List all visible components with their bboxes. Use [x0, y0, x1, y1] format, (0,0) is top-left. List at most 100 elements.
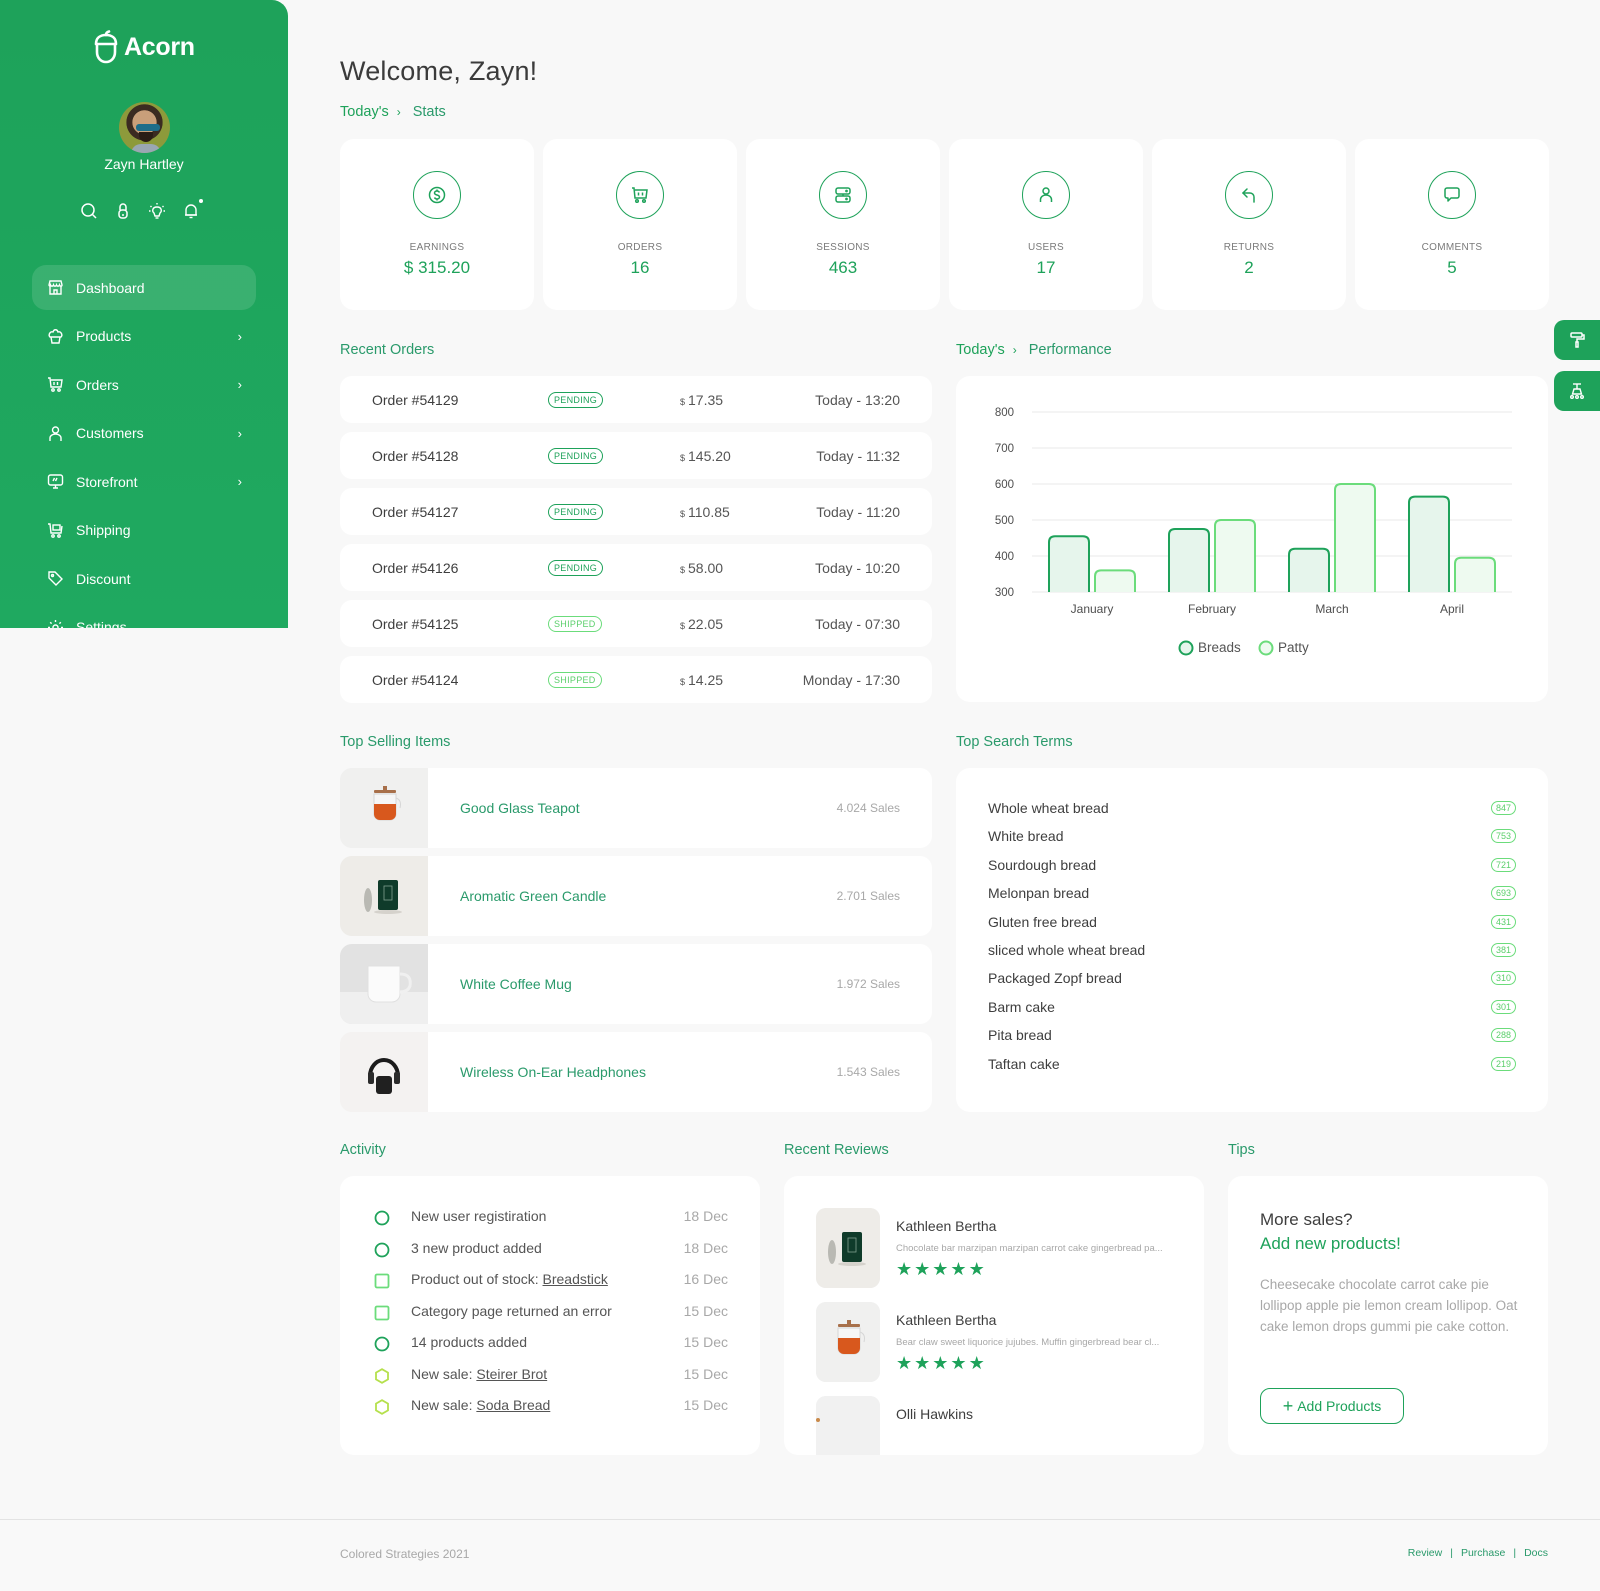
user-name[interactable]: Zayn Hartley [0, 156, 288, 172]
currency-symbol: $ [680, 508, 686, 519]
product-name[interactable]: Good Glass Teapot [460, 800, 580, 816]
top-selling-item[interactable]: Aromatic Green Candle 2.701 Sales [340, 856, 932, 936]
stat-card-earnings[interactable]: EARNINGS $ 315.20 [340, 139, 534, 310]
search-term-row[interactable]: Pita bread 288 [988, 1027, 1516, 1047]
search-term: Barm cake [988, 998, 1055, 1015]
review-item[interactable]: Kathleen Bertha Bear claw sweet liquorice… [816, 1302, 1176, 1382]
breadcrumb-first[interactable]: Today's [956, 342, 1005, 358]
sidebar-item-settings[interactable]: Settings [32, 605, 256, 628]
order-id[interactable]: Order #54124 [372, 672, 458, 688]
order-row[interactable]: Order #54128 PENDING $145.20 Today - 11:32 [340, 432, 932, 479]
stat-card-sessions[interactable]: SESSIONS 463 [746, 139, 940, 310]
bar-breads-february[interactable] [1168, 528, 1210, 592]
top-selling-item[interactable]: Good Glass Teapot 4.024 Sales [340, 768, 932, 848]
order-id[interactable]: Order #54127 [372, 504, 458, 520]
stat-card-users[interactable]: USERS 17 [949, 139, 1143, 310]
order-row[interactable]: Order #54127 PENDING $110.85 Today - 11:20 [340, 488, 932, 535]
footer-link-docs[interactable]: Docs [1524, 1547, 1548, 1559]
product-name[interactable]: Aromatic Green Candle [460, 888, 606, 904]
stat-value: 2 [1244, 258, 1254, 277]
activity-link[interactable]: Breadstick [543, 1271, 608, 1287]
order-id[interactable]: Order #54125 [372, 616, 458, 632]
currency-symbol: $ [680, 452, 686, 463]
sidebar-item-orders[interactable]: Orders › [32, 362, 256, 407]
reviewer-name: Kathleen Bertha [896, 1312, 997, 1328]
search-term-row[interactable]: Sourdough bread 721 [988, 857, 1516, 877]
legend-label[interactable]: Breads [1198, 640, 1241, 655]
bar-breads-march[interactable] [1288, 547, 1330, 592]
search-icon[interactable] [80, 201, 98, 221]
review-item[interactable]: Olli Hawkins [816, 1396, 1176, 1455]
search-term-row[interactable]: Whole wheat bread 847 [988, 800, 1516, 820]
order-row[interactable]: Order #54129 PENDING $17.35 Today - 13:20 [340, 376, 932, 423]
legend-marker[interactable] [1258, 640, 1274, 656]
avatar[interactable] [119, 102, 170, 153]
legend-label[interactable]: Patty [1278, 640, 1309, 655]
order-id[interactable]: Order #54128 [372, 448, 458, 464]
breadcrumb-stats: Today's › Stats [340, 104, 446, 120]
order-row[interactable]: Order #54124 SHIPPED $14.25 Monday - 17:30 [340, 656, 932, 703]
product-name[interactable]: White Coffee Mug [460, 976, 572, 992]
activity-link[interactable]: Soda Bread [476, 1397, 550, 1413]
product-name[interactable]: Wireless On-Ear Headphones [460, 1064, 646, 1080]
search-term-row[interactable]: Packaged Zopf bread 310 [988, 970, 1516, 990]
sidebar-item-discount[interactable]: Discount [32, 556, 256, 601]
breadcrumb-performance: Today's › Performance [956, 342, 1112, 358]
theme-settings-button[interactable] [1554, 320, 1600, 360]
activity-item: New sale: Steirer Brot 15 Dec [374, 1366, 728, 1386]
star-rating: ★ ★ ★ ★ ★ [896, 1354, 985, 1372]
search-term-row[interactable]: Gluten free bread 431 [988, 914, 1516, 934]
bar-patty-january[interactable] [1094, 569, 1136, 592]
review-item[interactable]: Kathleen Bertha Chocolate bar marzipan ma… [816, 1208, 1176, 1288]
product-image[interactable] [340, 944, 428, 1024]
activity-link[interactable]: Steirer Brot [476, 1366, 547, 1382]
order-amount: $58.00 [680, 560, 723, 576]
app-logo[interactable]: Acorn [92, 30, 195, 64]
review-product-image[interactable] [816, 1396, 880, 1455]
bar-breads-january[interactable] [1048, 535, 1090, 592]
search-term-row[interactable]: sliced whole wheat bread 381 [988, 942, 1516, 962]
lightbulb-icon[interactable] [148, 201, 166, 221]
bar-patty-march[interactable] [1334, 483, 1376, 592]
order-row[interactable]: Order #54126 PENDING $58.00 Today - 10:20 [340, 544, 932, 591]
bar-patty-february[interactable] [1214, 519, 1256, 592]
stat-card-orders[interactable]: ORDERS 16 [543, 139, 737, 310]
stat-card-comments[interactable]: COMMENTS 5 [1355, 139, 1549, 310]
bell-icon[interactable] [182, 199, 203, 221]
user-icon [49, 425, 62, 441]
breadcrumb-first[interactable]: Today's [340, 104, 389, 120]
bar-patty-april[interactable] [1454, 556, 1496, 592]
order-row[interactable]: Order #54125 SHIPPED $22.05 Today - 07:30 [340, 600, 932, 647]
sidebar-item-customers[interactable]: Customers › [32, 411, 256, 456]
search-term-row[interactable]: Barm cake 301 [988, 999, 1516, 1019]
footer-link-review[interactable]: Review [1408, 1547, 1442, 1559]
top-selling-item[interactable]: Wireless On-Ear Headphones 1.543 Sales [340, 1032, 932, 1112]
sidebar-item-products[interactable]: Products › [32, 314, 256, 359]
search-count-badge: 847 [1490, 801, 1516, 815]
review-product-image[interactable] [816, 1208, 880, 1288]
layout-settings-button[interactable] [1554, 371, 1600, 411]
order-id[interactable]: Order #54129 [372, 392, 458, 408]
order-id[interactable]: Order #54126 [372, 560, 458, 576]
search-term-row[interactable]: White bread 753 [988, 828, 1516, 848]
stat-value: 463 [828, 258, 858, 277]
activity-text: New user registiration [411, 1208, 546, 1224]
review-product-image[interactable] [816, 1302, 880, 1382]
stat-card-returns[interactable]: RETURNS 2 [1152, 139, 1346, 310]
footer-link-purchase[interactable]: Purchase [1461, 1547, 1505, 1559]
lock-icon[interactable] [114, 201, 132, 221]
add-products-button[interactable]: + Add Products [1260, 1388, 1404, 1424]
product-image[interactable] [340, 1032, 428, 1112]
product-image[interactable] [340, 856, 428, 936]
sidebar-item-shipping[interactable]: Shipping [32, 508, 256, 553]
sidebar-item-dashboard[interactable]: Dashboard [32, 265, 256, 310]
search-term-row[interactable]: Taftan cake 219 [988, 1056, 1516, 1076]
sidebar-item-storefront[interactable]: Storefront › [32, 459, 256, 504]
star-icon: ★ [932, 1353, 949, 1373]
bar-breads-april[interactable] [1408, 495, 1450, 592]
legend-marker[interactable] [1178, 640, 1194, 656]
divider: | [1450, 1547, 1453, 1559]
top-selling-item[interactable]: White Coffee Mug 1.972 Sales [340, 944, 932, 1024]
search-term-row[interactable]: Melonpan bread 693 [988, 885, 1516, 905]
product-image[interactable] [340, 768, 428, 848]
